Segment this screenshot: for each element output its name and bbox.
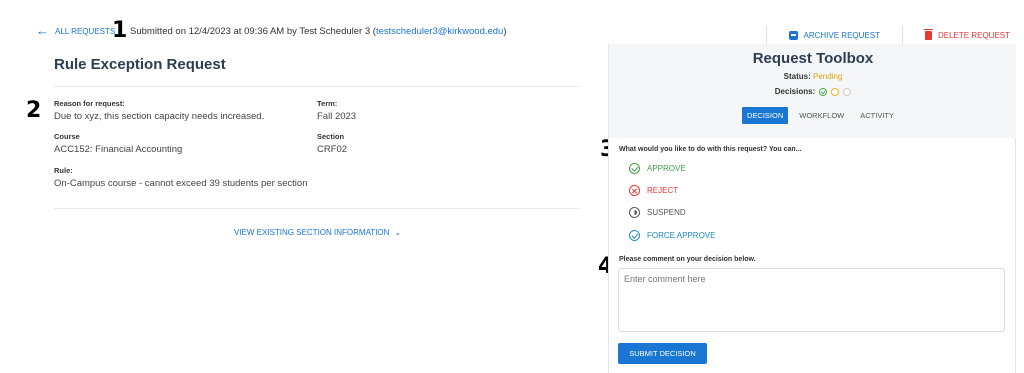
course-field: Course ACC152: Financial Accounting — [54, 132, 182, 155]
archive-icon — [788, 30, 798, 40]
reject-option[interactable]: REJECT — [629, 185, 678, 196]
suspend-option[interactable]: SUSPEND — [629, 207, 686, 218]
decisions-label: Decisions: — [774, 87, 816, 96]
page-title: Rule Exception Request — [54, 56, 226, 73]
course-value: ACC152: Financial Accounting — [54, 144, 183, 155]
check-circle-icon — [629, 163, 640, 174]
submitted-text: Submitted on 12/4/2023 at 09:36 AM by Te… — [130, 26, 376, 37]
archive-request-button[interactable]: ARCHIVE REQUEST — [788, 30, 880, 40]
archive-label: ARCHIVE REQUEST — [803, 30, 880, 40]
back-label: ALL REQUESTS — [55, 26, 116, 36]
x-circle-icon — [629, 185, 640, 196]
rule-label: Rule: — [54, 166, 73, 175]
submit-decision-button[interactable]: SUBMIT DECISION — [618, 343, 707, 364]
status-label: Status: — [783, 72, 811, 81]
tab-decision[interactable]: DECISION — [742, 107, 789, 124]
section-value: CRF02 — [317, 144, 348, 155]
divider — [54, 86, 580, 87]
back-to-all-requests-link[interactable]: ← ALL REQUESTS — [36, 23, 116, 38]
term-value: Fall 2023 — [317, 111, 357, 122]
top-actions: ARCHIVE REQUEST DELETE REQUEST — [765, 26, 1010, 44]
approve-option[interactable]: APPROVE — [629, 163, 686, 174]
check-circle-icon — [629, 230, 640, 241]
view-existing-section-button[interactable]: VIEW EXISTING SECTION INFORMATION ⌄ — [234, 228, 401, 237]
reason-value: Due to xyz, this section capacity needs … — [54, 111, 265, 122]
submitted-info: Submitted on 12/4/2023 at 09:36 AM by Te… — [130, 26, 507, 37]
chevron-down-icon: ⌄ — [394, 228, 402, 237]
divider — [765, 26, 767, 44]
tab-activity[interactable]: ACTIVITY — [855, 107, 899, 124]
term-field: Term: Fall 2023 — [317, 99, 356, 122]
suspend-label: SUSPEND — [647, 208, 686, 217]
decisions-row: Decisions: — [609, 87, 1017, 96]
tab-workflow[interactable]: WORKFLOW — [794, 107, 849, 124]
force-approve-label: FORCE APPROVE — [647, 231, 716, 240]
delete-label: DELETE REQUEST — [937, 30, 1010, 40]
view-existing-label: VIEW EXISTING SECTION INFORMATION — [234, 228, 390, 237]
top-bar: ← ALL REQUESTS 1 Submitted on 12/4/2023 … — [0, 18, 1024, 46]
course-label: Course — [54, 132, 80, 141]
arrow-left-icon: ← — [36, 23, 49, 38]
section-label: Section — [317, 132, 345, 141]
status-badge: Pending — [813, 72, 843, 81]
annotation-marker-1: 1 — [112, 18, 128, 43]
toolbox-title: Request Toolbox — [752, 50, 874, 67]
comment-label: Please comment on your decision below. — [619, 256, 756, 263]
status-row: Status: Pending — [609, 72, 1017, 81]
trash-icon — [923, 28, 933, 40]
delete-request-button[interactable]: DELETE REQUEST — [923, 28, 1010, 40]
reason-label: Reason for request: — [54, 99, 125, 108]
toolbox-tabs: DECISION WORKFLOW ACTIVITY — [742, 107, 899, 124]
decision-panel: What would you like to do with this requ… — [608, 138, 1016, 373]
half-circle-icon — [629, 207, 640, 218]
rule-value: On-Campus course - cannot exceed 39 stud… — [54, 178, 308, 189]
section-field: Section CRF02 — [317, 132, 347, 155]
submitted-suffix: ) — [503, 26, 507, 37]
divider — [54, 208, 580, 209]
annotation-marker-2: 2 — [26, 98, 42, 123]
decision-pending-icon — [831, 87, 840, 96]
decision-approved-icon — [819, 87, 828, 96]
approve-label: APPROVE — [647, 164, 686, 173]
term-label: Term: — [317, 99, 338, 108]
rule-field: Rule: On-Campus course - cannot exceed 3… — [54, 166, 307, 189]
decision-question: What would you like to do with this requ… — [619, 146, 802, 153]
comment-field[interactable] — [618, 268, 1005, 332]
submitter-email-link[interactable]: testscheduler3@kirkwood.edu — [376, 26, 503, 37]
reject-label: REJECT — [647, 186, 679, 195]
force-approve-option[interactable]: FORCE APPROVE — [629, 230, 715, 241]
divider — [901, 26, 903, 44]
reason-field: Reason for request: Due to xyz, this sec… — [54, 99, 264, 122]
request-details: Rule Exception Request Reason for reques… — [54, 56, 580, 237]
decision-empty-icon — [843, 87, 852, 96]
